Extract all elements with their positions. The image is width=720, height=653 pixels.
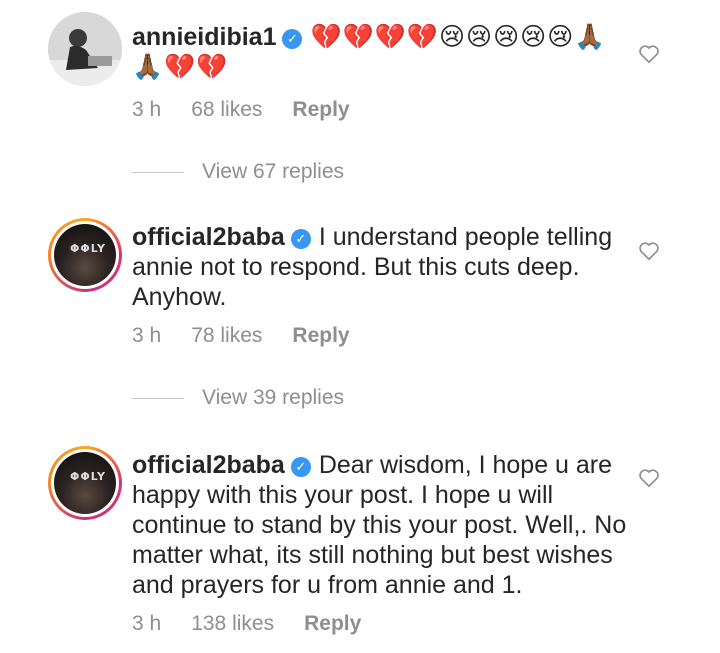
avatar-cap-text: ΦΦLY — [70, 470, 106, 483]
avatar[interactable] — [48, 12, 122, 86]
reply-button[interactable]: Reply — [292, 324, 349, 347]
comment-time: 3 h — [132, 612, 162, 635]
view-replies-label: View 67 replies — [202, 160, 345, 183]
username[interactable]: official2baba — [132, 451, 285, 479]
heart-outline-icon[interactable] — [638, 240, 660, 262]
avatar[interactable]: ΦΦLY — [48, 218, 122, 292]
avatar-photo: ΦΦLY — [54, 452, 116, 514]
likes-count[interactable]: 68 likes — [191, 98, 262, 121]
verified-badge-icon: ✓ — [282, 29, 303, 49]
heart-outline-icon[interactable] — [638, 467, 660, 489]
comment-time: 3 h — [132, 98, 162, 121]
comment-meta: 3 h 68 likes Reply — [132, 98, 380, 122]
view-replies-button[interactable]: View 39 replies — [132, 383, 344, 413]
divider — [132, 397, 184, 399]
view-replies-label: View 39 replies — [202, 386, 345, 409]
comment-meta: 3 h 138 likes Reply — [132, 612, 391, 636]
avatar[interactable]: ΦΦLY — [48, 446, 122, 520]
verified-badge-icon: ✓ — [290, 457, 311, 477]
likes-count[interactable]: 78 likes — [191, 324, 262, 347]
comment-text-block: annieidibia1 ✓ 💔💔💔💔😢😢😢😢😢🙏🏾🙏🏾💔💔 — [132, 22, 630, 82]
view-replies-button[interactable]: View 67 replies — [132, 157, 344, 187]
username[interactable]: annieidibia1 — [132, 23, 276, 51]
avatar-cap-text: ΦΦLY — [70, 242, 106, 255]
username[interactable]: official2baba — [132, 223, 285, 251]
reply-button[interactable]: Reply — [304, 612, 361, 635]
avatar-photo: ΦΦLY — [54, 224, 116, 286]
comment-text-block: official2baba ✓ Dear wisdom, I hope u are … — [132, 450, 630, 600]
reply-button[interactable]: Reply — [292, 98, 349, 121]
comment-meta: 3 h 78 likes Reply — [132, 324, 380, 348]
likes-count[interactable]: 138 likes — [191, 612, 274, 635]
comment-time: 3 h — [132, 324, 162, 347]
divider — [132, 171, 184, 173]
heart-outline-icon[interactable] — [638, 43, 660, 65]
comment-text-block: official2baba ✓ I understand people tellin… — [132, 222, 630, 312]
verified-badge-icon: ✓ — [290, 229, 311, 249]
avatar-photo — [48, 12, 122, 86]
